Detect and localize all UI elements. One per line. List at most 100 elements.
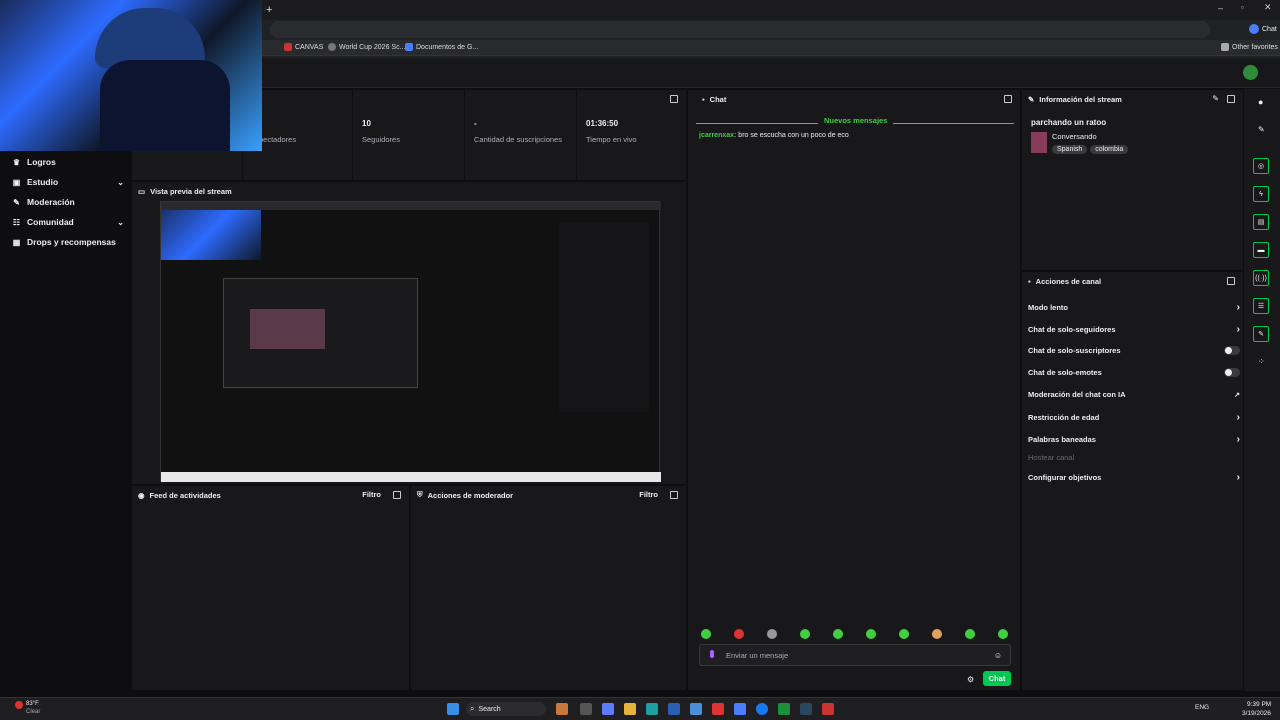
bolt-icon: ϟ (1259, 190, 1263, 198)
steam-icon[interactable] (800, 703, 812, 715)
info-icon[interactable]: ● (1258, 97, 1263, 107)
edit-icon[interactable]: ✎ (1258, 125, 1265, 134)
rail-broadcast-button[interactable]: ((·)) (1253, 270, 1269, 286)
chat-username[interactable]: jcarrenxax: (699, 132, 736, 139)
weather-alert-icon[interactable] (15, 701, 23, 709)
facebook-icon[interactable] (756, 703, 768, 715)
emote-icon[interactable] (734, 629, 744, 639)
emote-icon[interactable] (701, 629, 711, 639)
new-tab-button[interactable]: + (266, 4, 272, 16)
rail-more-icon[interactable]: ⁘ (1258, 357, 1265, 366)
mod-filter-button[interactable]: Filtro (639, 490, 658, 499)
emote-icon[interactable] (800, 629, 810, 639)
popout-icon[interactable] (393, 491, 401, 499)
language-indicator[interactable]: ENG (1195, 704, 1209, 711)
emote-icon[interactable] (932, 629, 942, 639)
windows-start-icon[interactable] (447, 703, 459, 715)
toggle-switch[interactable] (1224, 346, 1240, 355)
sidebar-item-comunidad[interactable]: ☷ Comunidad ⌄ (12, 217, 124, 227)
chat-input-placeholder: Enviar un mensaje (726, 651, 789, 660)
action-solo-seguidores[interactable]: Chat de solo-seguidores › (1028, 324, 1240, 335)
excel-icon[interactable] (778, 703, 790, 715)
maximize-button[interactable]: ▫ (1241, 3, 1244, 12)
popout-icon[interactable] (1004, 95, 1012, 103)
mic-icon[interactable] (710, 650, 714, 658)
user-avatar[interactable] (1243, 65, 1258, 80)
rail-list-button[interactable]: ☰ (1253, 298, 1269, 314)
wrench-icon: ✎ (13, 197, 20, 207)
sidebar-item-moderacion[interactable]: ✎ Moderación (12, 197, 124, 207)
chat-panel: ▪ Chat Nuevos mensajes jcarrenxax: bro se… (687, 89, 1021, 691)
bookmark-canvas[interactable]: CANVAS (284, 43, 323, 51)
minimize-button[interactable]: – (1218, 3, 1223, 13)
bookmark-other-favorites[interactable]: Other favorites (1221, 43, 1278, 51)
file-explorer-icon[interactable] (624, 703, 636, 715)
sidebar-item-logros[interactable]: ♛ Logros (12, 157, 124, 167)
activity-filter-button[interactable]: Filtro (362, 490, 381, 499)
close-window-button[interactable]: ✕ (1264, 2, 1272, 13)
chat-input[interactable]: Enviar un mensaje ☺ (699, 644, 1011, 666)
broadcast-icon: ((·)) (1255, 274, 1267, 282)
action-solo-suscriptores[interactable]: Chat de solo-suscriptores (1028, 346, 1240, 355)
chat-settings-icon[interactable]: ⚙ (967, 675, 974, 684)
emote-icon[interactable] (899, 629, 909, 639)
popout-icon[interactable] (1227, 277, 1235, 285)
cap-shape (95, 8, 205, 68)
monitor-icon: ▭ (138, 186, 146, 196)
rail-clipboard-button[interactable]: ▤ (1253, 214, 1269, 230)
action-configurar-objetivos[interactable]: Configurar objetivos › (1028, 472, 1240, 483)
stream-category[interactable]: Conversando (1052, 132, 1097, 141)
action-modo-lento[interactable]: Modo lento › (1028, 302, 1240, 313)
sidebar: ♛ Logros ▣ Estudio ⌄ ✎ Moderación ☷ Comunidad… (0, 151, 131, 691)
toggle-switch[interactable] (1224, 368, 1240, 377)
task-view-icon[interactable] (580, 703, 592, 715)
emote-icon[interactable] (866, 629, 876, 639)
emote-icon[interactable] (767, 629, 777, 639)
chrome-icon[interactable] (734, 703, 746, 715)
chevron-right-icon: › (1236, 302, 1240, 313)
popout-icon[interactable] (670, 95, 678, 103)
address-bar[interactable] (270, 21, 1210, 38)
rail-bolt-button[interactable]: ϟ (1253, 186, 1269, 202)
folder-icon (1221, 43, 1229, 51)
sidebar-item-estudio[interactable]: ▣ Estudio ⌄ (12, 177, 124, 187)
rail-camera-button[interactable]: ◎ (1253, 158, 1269, 174)
popout-icon[interactable] (670, 491, 678, 499)
right-rail: ● ✎ (1244, 89, 1280, 691)
globe-icon (328, 43, 336, 51)
feed-icon: ◉ (138, 490, 145, 500)
clock-date[interactable]: 3/19/2026 (1242, 710, 1271, 717)
edge-icon[interactable] (646, 703, 658, 715)
bookmark-worldcup[interactable]: World Cup 2026 Sc... (328, 43, 405, 51)
emote-icon[interactable] (833, 629, 843, 639)
tag-spanish[interactable]: Spanish (1052, 145, 1088, 154)
action-restriccion-edad[interactable]: Restricción de edad › (1028, 412, 1240, 423)
action-solo-emotes[interactable]: Chat de solo-emotes (1028, 368, 1240, 377)
action-moderacion-ia[interactable]: Moderación del chat con IA ↗ (1028, 390, 1240, 399)
youtube-icon[interactable] (712, 703, 724, 715)
tag-colombia[interactable]: colombia (1090, 145, 1129, 154)
chat-send-button[interactable]: Chat (983, 671, 1011, 686)
emote-icon[interactable] (965, 629, 975, 639)
subs-label: Cantidad de suscripciones (474, 135, 562, 144)
app-icon[interactable] (668, 703, 680, 715)
rail-wrench-button[interactable]: ✎ (1253, 326, 1269, 342)
app-icon[interactable] (822, 703, 834, 715)
action-palabras-baneadas[interactable]: Palabras baneadas › (1028, 434, 1240, 445)
edit-icon[interactable]: ✎ (1212, 94, 1219, 103)
sidebar-item-drops[interactable]: ▦ Drops y recompensas (12, 237, 124, 247)
stream-preview-video[interactable] (160, 201, 661, 482)
rail-chat-button[interactable]: ▬ (1253, 242, 1269, 258)
app-icon[interactable] (602, 703, 614, 715)
taskbar-search[interactable]: ⌕ Search (466, 702, 546, 716)
emote-picker-icon[interactable]: ☺ (994, 651, 1002, 660)
app-icon[interactable] (690, 703, 702, 715)
emote-icon[interactable] (998, 629, 1008, 639)
bookmark-docs[interactable]: Documentos de G... (405, 43, 478, 51)
chat-profile-button[interactable]: Chat (1249, 24, 1277, 34)
chat-icon: ▪ (702, 94, 705, 104)
popout-icon[interactable] (1227, 95, 1235, 103)
clock-time[interactable]: 9:39 PM (1247, 701, 1271, 708)
app-icon[interactable] (556, 703, 568, 715)
channel-actions-header: ▪ Acciones de canal (1028, 276, 1102, 286)
